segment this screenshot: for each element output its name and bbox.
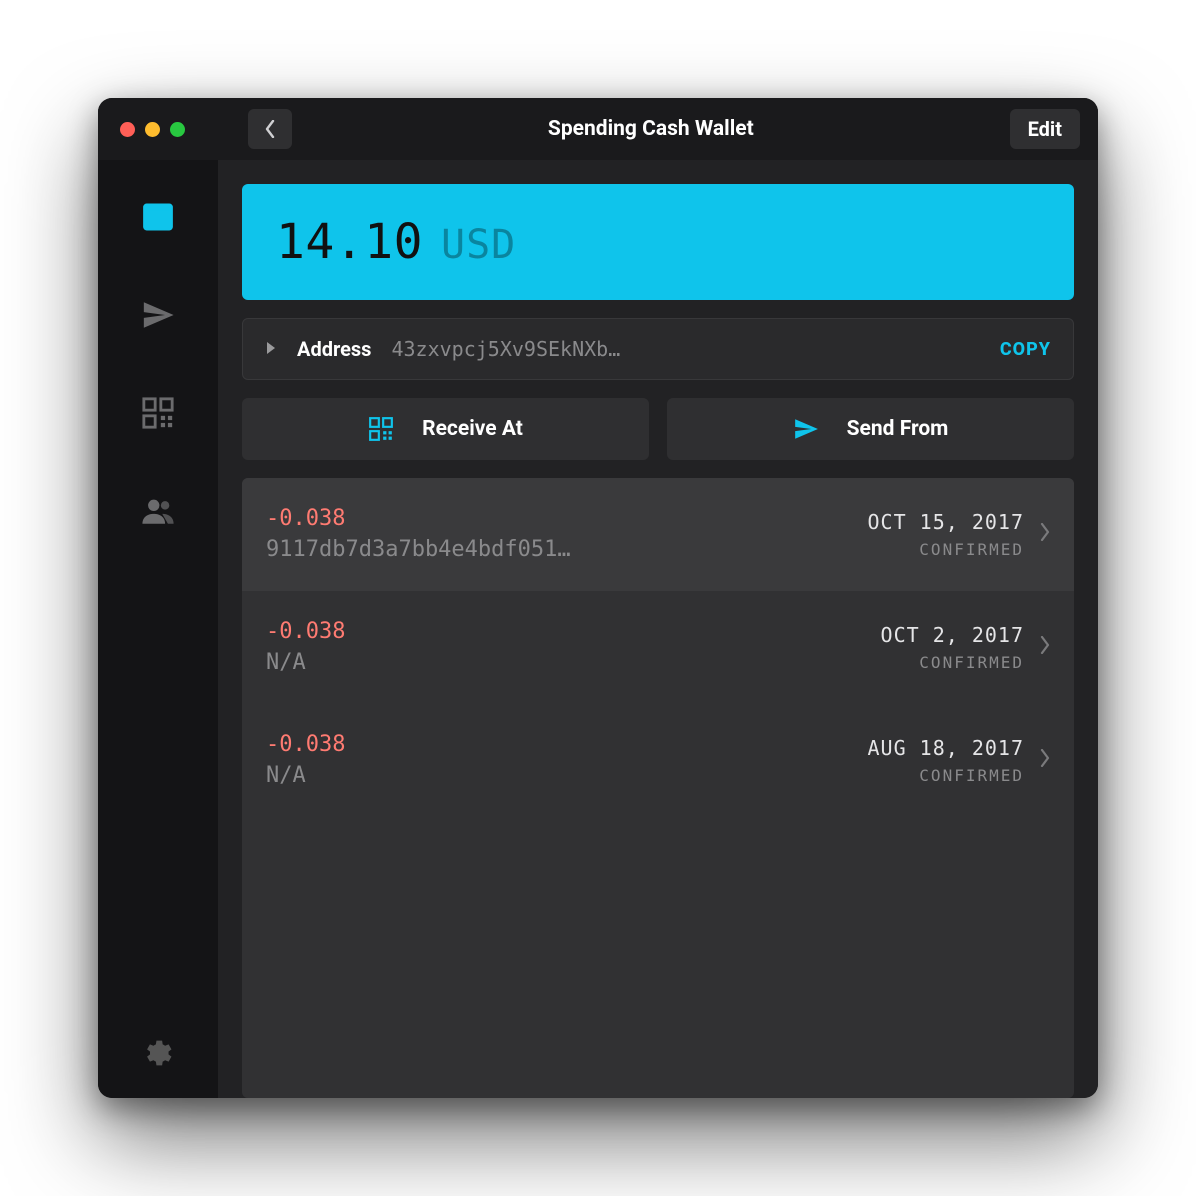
tx-amount: -0.038 bbox=[266, 506, 852, 531]
contacts-icon bbox=[141, 494, 175, 528]
tx-date: OCT 15, 2017 bbox=[868, 510, 1025, 534]
sidebar-send[interactable] bbox=[141, 298, 175, 332]
maximize-window-button[interactable] bbox=[170, 122, 185, 137]
tx-date: AUG 18, 2017 bbox=[868, 736, 1025, 760]
tx-status: CONFIRMED bbox=[868, 766, 1025, 785]
tx-status: CONFIRMED bbox=[881, 653, 1024, 672]
transaction-row[interactable]: -0.038 N/A OCT 2, 2017 CONFIRMED bbox=[242, 591, 1074, 704]
close-window-button[interactable] bbox=[120, 122, 135, 137]
tx-date: OCT 2, 2017 bbox=[881, 623, 1024, 647]
balance-currency: USD bbox=[441, 222, 516, 268]
back-button[interactable] bbox=[248, 109, 292, 149]
action-row: Receive At Send From bbox=[242, 398, 1074, 460]
tx-amount: -0.038 bbox=[266, 732, 852, 757]
transaction-row[interactable]: -0.038 N/A AUG 18, 2017 CONFIRMED bbox=[242, 704, 1074, 817]
sidebar-settings[interactable] bbox=[141, 1036, 175, 1070]
chevron-right-icon bbox=[1040, 749, 1050, 771]
transaction-list: -0.038 9117db7d3a7bb4e4bdf051… OCT 15, 2… bbox=[242, 478, 1074, 1098]
sidebar-contacts[interactable] bbox=[141, 494, 175, 528]
chevron-left-icon bbox=[265, 120, 275, 138]
copy-address-button[interactable]: COPY bbox=[1000, 339, 1051, 360]
main-content: 14.10 USD Address 43zxvpcj5Xv9SEkNXb… CO… bbox=[218, 160, 1098, 1098]
send-button[interactable]: Send From bbox=[667, 398, 1074, 460]
expand-address-toggle[interactable] bbox=[265, 340, 277, 359]
titlebar: Spending Cash Wallet Edit bbox=[98, 98, 1098, 160]
wallet-icon bbox=[141, 200, 175, 234]
tx-hash: N/A bbox=[266, 650, 865, 675]
window-controls bbox=[120, 122, 220, 137]
receive-label: Receive At bbox=[422, 417, 523, 441]
send-label: Send From bbox=[847, 417, 949, 441]
tx-amount: -0.038 bbox=[266, 619, 865, 644]
balance-amount: 14.10 bbox=[276, 214, 423, 270]
triangle-right-icon bbox=[265, 341, 277, 355]
edit-button[interactable]: Edit bbox=[1010, 109, 1080, 149]
address-label: Address bbox=[297, 337, 371, 361]
app-window: Spending Cash Wallet Edit bbox=[98, 98, 1098, 1098]
minimize-window-button[interactable] bbox=[145, 122, 160, 137]
qr-code-icon bbox=[141, 396, 175, 430]
page-title: Spending Cash Wallet bbox=[292, 117, 1010, 141]
paper-plane-icon bbox=[793, 416, 819, 442]
transaction-row[interactable]: -0.038 9117db7d3a7bb4e4bdf051… OCT 15, 2… bbox=[242, 478, 1074, 591]
balance-card: 14.10 USD bbox=[242, 184, 1074, 300]
gear-icon bbox=[141, 1036, 175, 1070]
tx-status: CONFIRMED bbox=[868, 540, 1025, 559]
chevron-right-icon bbox=[1040, 636, 1050, 658]
paper-plane-icon bbox=[141, 298, 175, 332]
chevron-right-icon bbox=[1040, 523, 1050, 545]
address-value: 43zxvpcj5Xv9SEkNXb… bbox=[391, 337, 979, 361]
receive-button[interactable]: Receive At bbox=[242, 398, 649, 460]
sidebar-receive[interactable] bbox=[141, 396, 175, 430]
tx-hash: 9117db7d3a7bb4e4bdf051… bbox=[266, 537, 852, 562]
qr-code-icon bbox=[368, 416, 394, 442]
tx-hash: N/A bbox=[266, 763, 852, 788]
sidebar bbox=[98, 160, 218, 1098]
sidebar-wallet[interactable] bbox=[141, 200, 175, 234]
body: 14.10 USD Address 43zxvpcj5Xv9SEkNXb… CO… bbox=[98, 160, 1098, 1098]
address-row[interactable]: Address 43zxvpcj5Xv9SEkNXb… COPY bbox=[242, 318, 1074, 380]
